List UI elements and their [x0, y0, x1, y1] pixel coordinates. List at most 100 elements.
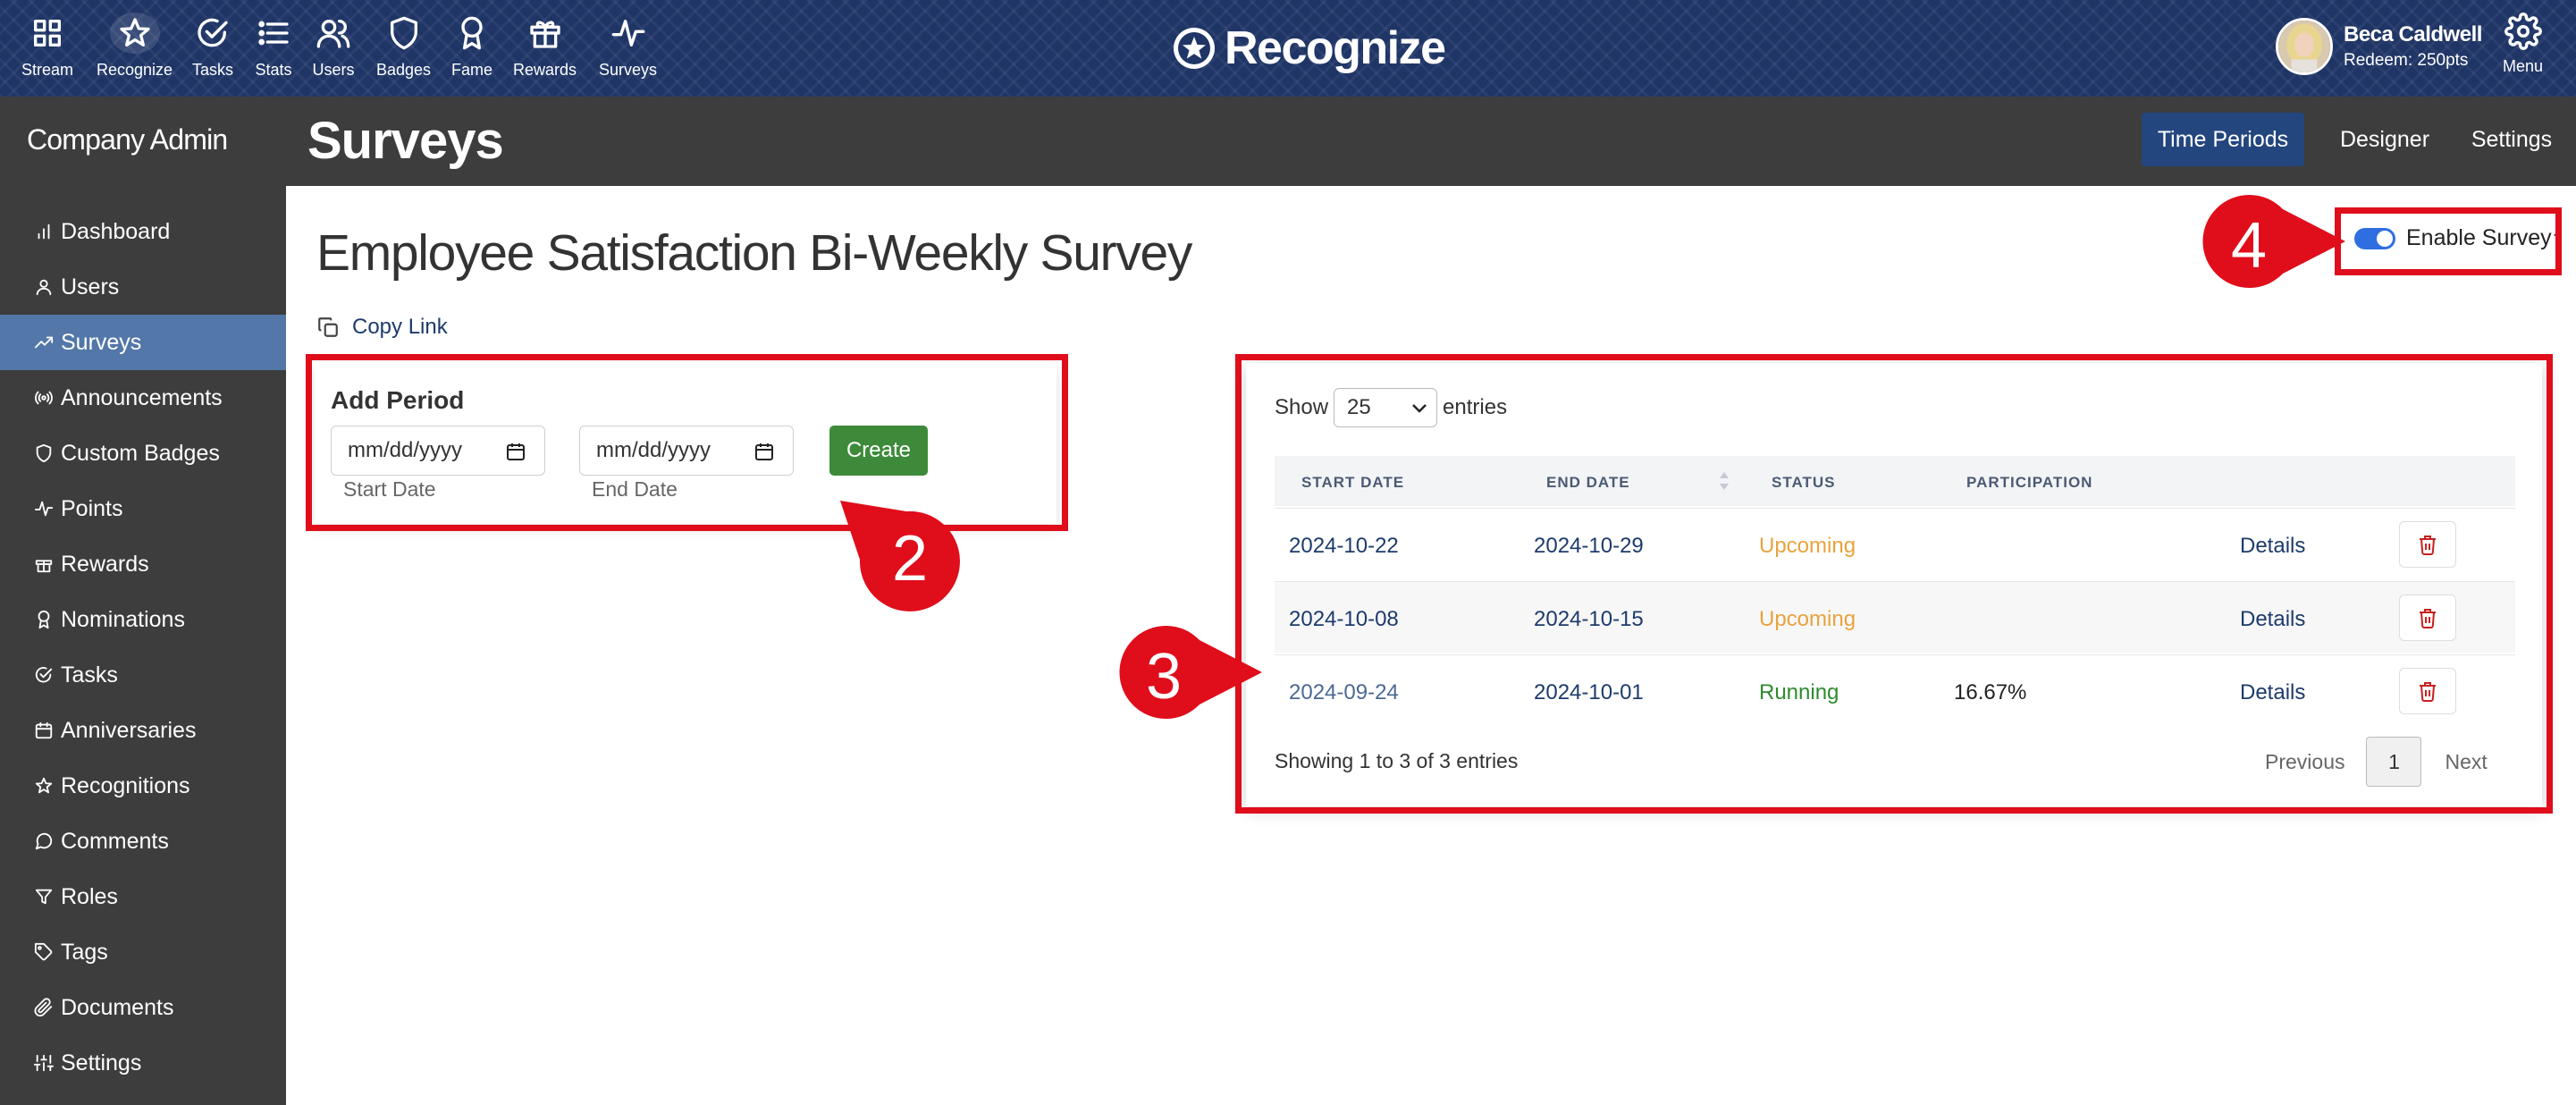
- admin-sidebar: Company Admin Dashboard Users Surveys An…: [0, 97, 286, 1105]
- user-profile[interactable]: Beca Caldwell Redeem: 250pts: [2276, 18, 2482, 75]
- avatar[interactable]: [2276, 18, 2333, 75]
- sidebar-item-label: Comments: [61, 828, 169, 854]
- nav-users[interactable]: Users: [308, 13, 358, 80]
- brand-name: Recognize: [1225, 22, 1446, 74]
- sidebar-item-label: Nominations: [61, 606, 185, 632]
- menu-button[interactable]: Menu: [2503, 13, 2543, 76]
- sidebar-item-label: Custom Badges: [61, 440, 220, 466]
- broadcast-icon: [35, 391, 53, 405]
- sidebar-item-documents[interactable]: Documents: [0, 980, 286, 1035]
- callout-2: 2: [837, 497, 962, 612]
- callout-number: 3: [1146, 641, 1183, 713]
- callout-marker-3: [1119, 626, 1262, 719]
- survey-title: Employee Satisfaction Bi-Weekly Survey: [316, 224, 1192, 282]
- sidebar-item-label: Tasks: [61, 662, 118, 687]
- comment-icon: [35, 832, 53, 850]
- paperclip-icon: [34, 998, 53, 1017]
- calendar-icon: [35, 721, 53, 739]
- sidebar-item-label: Announcements: [61, 384, 223, 410]
- sidebar-item-dashboard[interactable]: Dashboard: [0, 204, 286, 259]
- gift-icon: [529, 21, 560, 48]
- sidebar-item-label: Recognitions: [61, 772, 190, 798]
- sidebar-item-announcements[interactable]: Announcements: [0, 370, 286, 426]
- tab-settings[interactable]: Settings: [2456, 113, 2567, 166]
- nav-rewards-label: Rewards: [513, 61, 577, 79]
- nav-surveys-label: Surveys: [599, 61, 658, 79]
- nav-surveys[interactable]: Surveys: [599, 13, 657, 80]
- top-navigation-bar: Stream Recognize Tasks Stats Users Badge…: [0, 0, 2576, 97]
- sidebar-item-points[interactable]: Points: [0, 481, 286, 536]
- tag-icon: [34, 942, 53, 961]
- copy-link-button[interactable]: Copy Link: [316, 315, 448, 340]
- sidebar-item-comments[interactable]: Comments: [0, 814, 286, 869]
- sidebar-item-tasks[interactable]: Tasks: [0, 647, 286, 703]
- tab-time-periods[interactable]: Time Periods: [2142, 113, 2304, 166]
- nav-fame[interactable]: Fame: [447, 13, 497, 80]
- callout-number: 2: [892, 523, 929, 595]
- tab-label: Time Periods: [2157, 126, 2289, 152]
- sidebar-item-custom-badges[interactable]: Custom Badges: [0, 426, 286, 481]
- user-points: Redeem: 250pts: [2344, 51, 2469, 70]
- sliders-icon: [34, 1054, 54, 1072]
- nav-tasks-label: Tasks: [191, 61, 233, 79]
- sidebar-item-users[interactable]: Users: [0, 259, 286, 315]
- copy-link-label: Copy Link: [352, 315, 448, 339]
- callout-number: 4: [2231, 210, 2268, 282]
- copy-icon: [318, 317, 338, 337]
- gift-icon: [35, 560, 53, 573]
- sidebar-item-recognitions[interactable]: Recognitions: [0, 758, 286, 814]
- sidebar-item-label: Surveys: [61, 329, 142, 355]
- sidebar-item-label: Documents: [61, 994, 174, 1020]
- sidebar-item-nominations[interactable]: Nominations: [0, 592, 286, 647]
- sidebar-item-roles[interactable]: Roles: [0, 869, 286, 924]
- grid-icon: [34, 20, 62, 46]
- nav-badges[interactable]: Badges: [376, 13, 431, 80]
- activity-icon: [611, 20, 644, 46]
- user-icon: [36, 279, 52, 296]
- sidebar-item-label: Anniversaries: [61, 717, 197, 743]
- tab-designer[interactable]: Designer: [2317, 113, 2453, 166]
- highlight-periods-table: [1235, 354, 2553, 814]
- nav-recognize[interactable]: Recognize: [97, 13, 173, 80]
- sidebar-item-label: Rewards: [61, 551, 149, 577]
- tab-label: Settings: [2471, 126, 2553, 152]
- user-name: Beca Caldwell: [2344, 22, 2482, 46]
- check-circle-icon: [198, 18, 228, 47]
- nav-rewards[interactable]: Rewards: [513, 13, 577, 80]
- nav-stats[interactable]: Stats: [248, 13, 299, 80]
- page-header: Surveys Time Periods Designer Settings: [286, 97, 2576, 186]
- nav-recognize-label: Recognize: [97, 61, 173, 79]
- sidebar-item-anniversaries[interactable]: Anniversaries: [0, 703, 286, 758]
- star-icon: [119, 18, 150, 46]
- menu-label: Menu: [2503, 57, 2544, 75]
- gear-icon: [2504, 13, 2542, 50]
- trending-icon: [34, 336, 54, 349]
- sidebar-item-label: Roles: [61, 883, 118, 909]
- sidebar-item-label: Tags: [61, 939, 108, 965]
- star-badge-icon: [1174, 28, 1215, 69]
- nav-stream[interactable]: Stream: [21, 13, 73, 80]
- sidebar-menu: Dashboard Users Surveys Announcements Cu…: [0, 204, 286, 1091]
- shield-icon: [390, 16, 417, 50]
- nav-badges-label: Badges: [376, 61, 432, 79]
- sidebar-item-settings[interactable]: Settings: [0, 1035, 286, 1091]
- callout-marker-4: [2202, 195, 2345, 288]
- sidebar-item-surveys[interactable]: Surveys: [0, 315, 286, 370]
- nav-stream-label: Stream: [21, 61, 74, 79]
- sidebar-item-rewards[interactable]: Rewards: [0, 536, 286, 592]
- page-title: Surveys: [307, 112, 504, 170]
- nav-users-label: Users: [312, 61, 355, 79]
- callout-3: 3: [1114, 626, 1266, 724]
- users-icon: [316, 20, 350, 48]
- shield-icon: [36, 443, 52, 463]
- list-icon: [258, 21, 289, 46]
- nav-tasks[interactable]: Tasks: [188, 13, 238, 80]
- sidebar-item-tags[interactable]: Tags: [0, 924, 286, 980]
- activity-icon: [34, 501, 54, 517]
- sidebar-item-label: Points: [61, 495, 123, 521]
- sidebar-item-label: Settings: [61, 1050, 142, 1075]
- award-icon: [461, 16, 483, 50]
- brand-logo[interactable]: Recognize: [1171, 20, 1446, 77]
- sidebar-item-label: Dashboard: [61, 218, 171, 244]
- filter-icon: [35, 889, 53, 905]
